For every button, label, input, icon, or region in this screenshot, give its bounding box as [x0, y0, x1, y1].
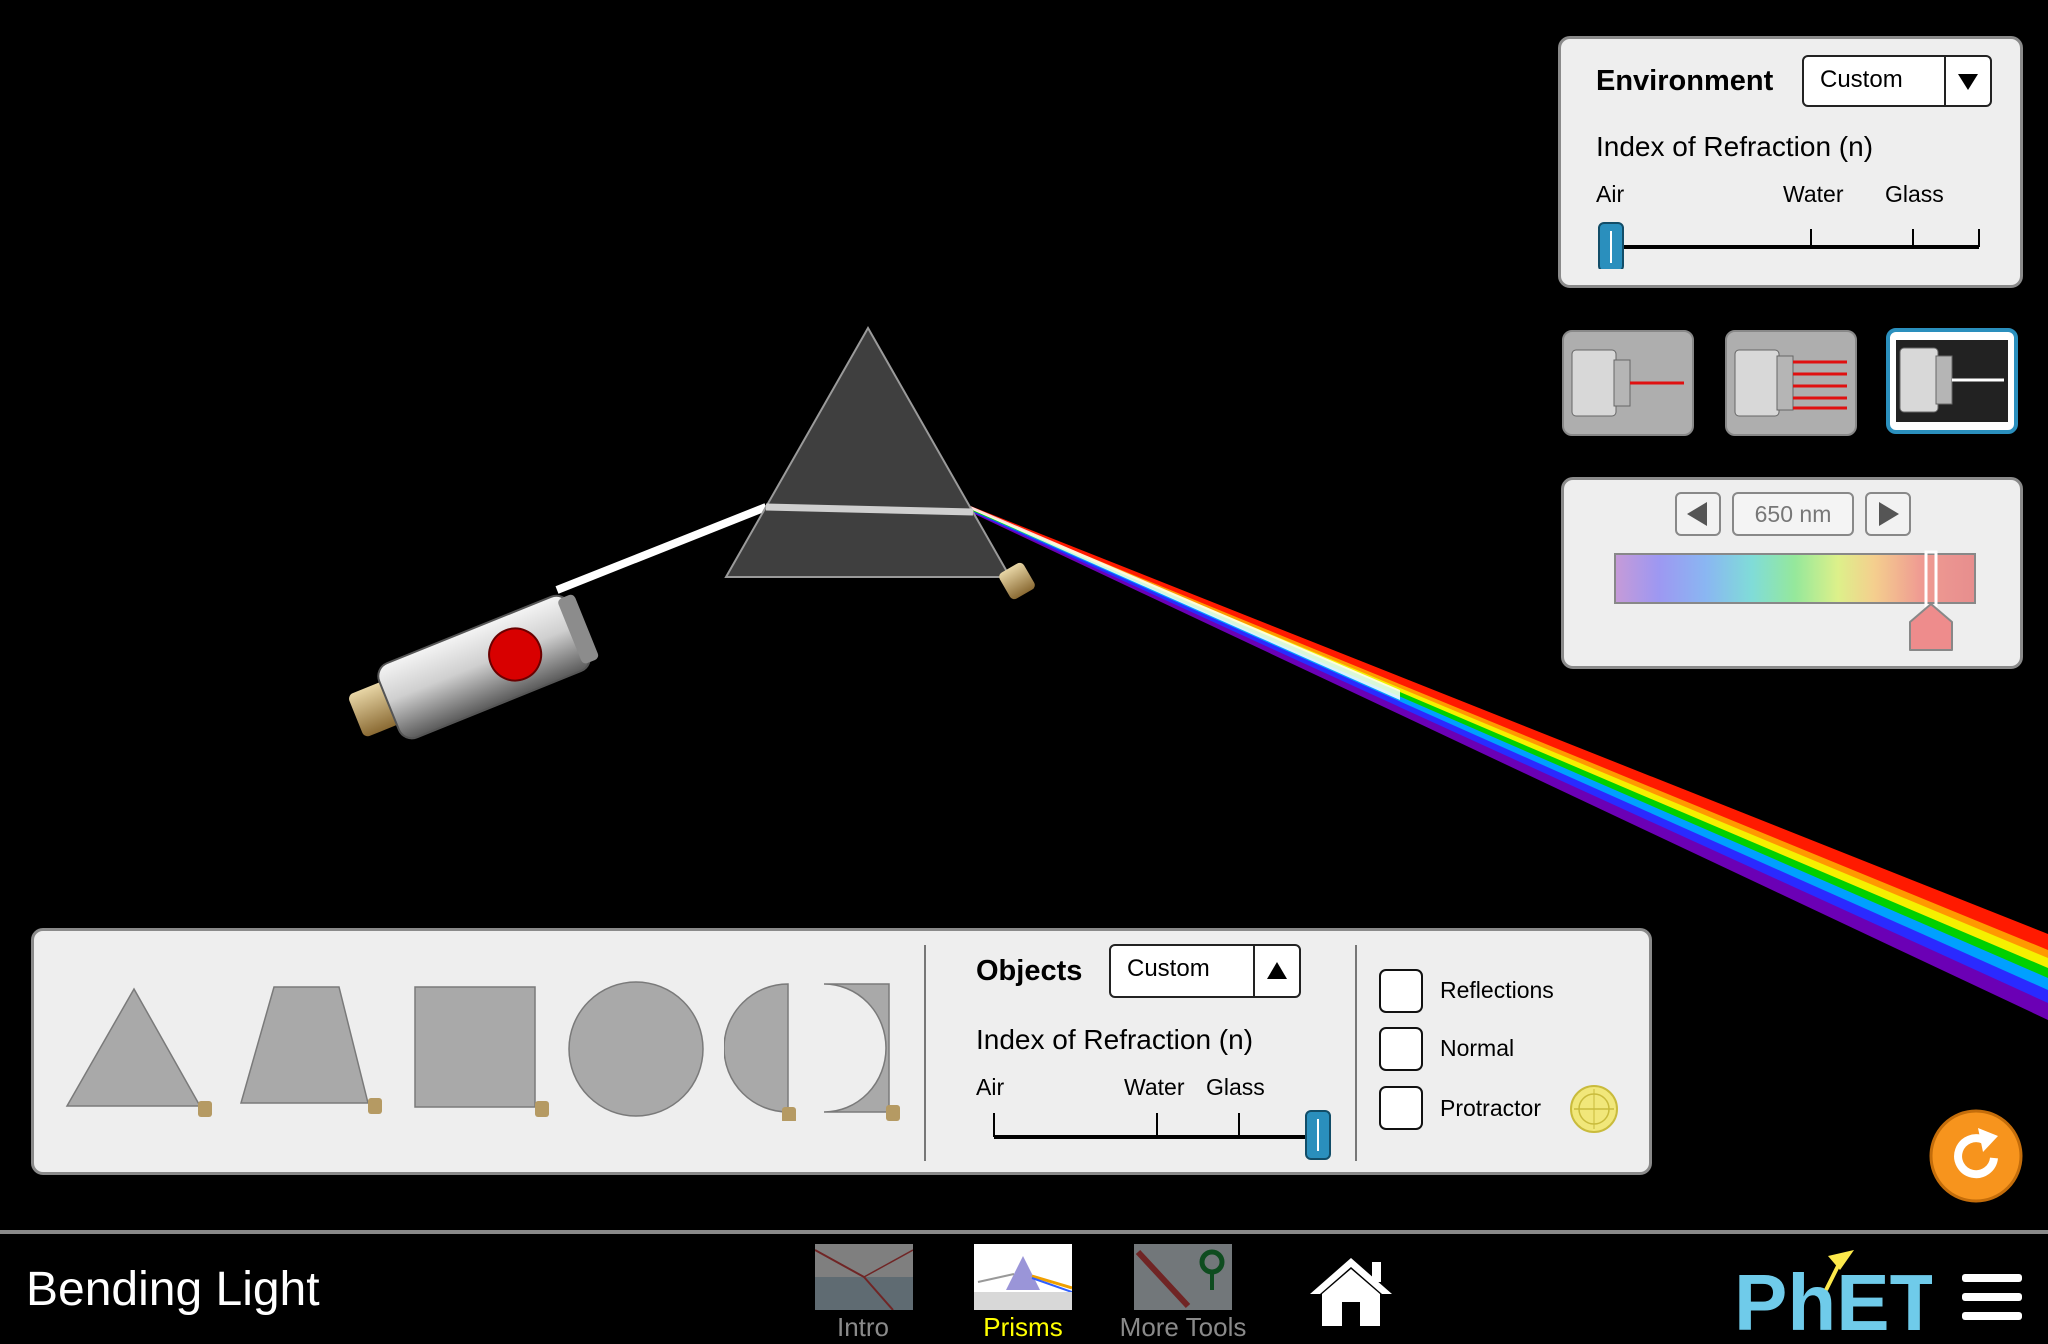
objects-medium-combo[interactable]: Custom [1109, 944, 1301, 998]
panel-divider [1355, 945, 1357, 1161]
nav-screen-more-tools[interactable]: More Tools [1093, 1239, 1273, 1344]
nav-label-more-tools: More Tools [1119, 1312, 1247, 1342]
triangle-left-icon [1687, 502, 1707, 526]
reset-all-button[interactable] [1928, 1108, 2024, 1204]
protractor-icon [1570, 1085, 1618, 1133]
diverging-lens-shape[interactable] [814, 981, 934, 1121]
semicircle-prism-shape[interactable] [724, 981, 814, 1121]
objects-index-slider[interactable] [964, 1103, 1334, 1163]
objects-tick-water: Water [1124, 1074, 1185, 1100]
chevron-down-icon[interactable] [1944, 57, 1990, 105]
environment-slider-thumb[interactable] [1598, 222, 1624, 269]
wavelength-slider-thumb[interactable] [1902, 550, 1960, 663]
wavelength-increase-button[interactable] [1865, 492, 1911, 536]
chevron-up-icon[interactable] [1253, 946, 1299, 996]
white-light-button[interactable] [1886, 328, 2018, 434]
objects-index-label: Index of Refraction (n) [976, 1024, 1254, 1055]
laser-pointer[interactable] [342, 589, 602, 756]
square-prism-shape[interactable] [407, 981, 567, 1121]
sim-title: Bending Light [26, 1263, 320, 1316]
navigation-bar: Bending Light Intro Prisms More Tools Ph… [0, 1234, 2048, 1344]
circle-prism-shape[interactable] [564, 981, 724, 1121]
trapezoid-prism-shape[interactable] [234, 981, 394, 1121]
objects-tick-glass: Glass [1206, 1074, 1265, 1100]
phet-logo[interactable]: PhET [1732, 1248, 1939, 1344]
triangle-prism-shape[interactable] [60, 981, 220, 1121]
wavelength-panel: 650 nm [1561, 477, 2023, 669]
nav-screen-intro[interactable]: Intro [773, 1239, 953, 1344]
intro-thumbnail-icon [815, 1244, 913, 1310]
environment-index-slider[interactable] [1581, 209, 2001, 269]
normal-label: Normal [1440, 1035, 1515, 1061]
protractor-label: Protractor [1440, 1095, 1541, 1121]
environment-medium-combo[interactable]: Custom [1802, 55, 1992, 107]
objects-title: Objects [976, 955, 1083, 987]
nav-label-intro: Intro [836, 1312, 890, 1342]
wavelength-value: 650 nm [1754, 501, 1832, 527]
environment-tick-water: Water [1783, 181, 1844, 207]
environment-tick-air: Air [1596, 181, 1625, 207]
prisms-thumbnail-icon [974, 1244, 1072, 1310]
environment-tick-glass: Glass [1885, 181, 1944, 207]
nav-screen-prisms[interactable]: Prisms [933, 1239, 1113, 1344]
protractor-checkbox[interactable] [1379, 1086, 1423, 1130]
nav-label-prisms: Prisms [983, 1312, 1063, 1342]
environment-index-label: Index of Refraction (n) [1596, 131, 1874, 162]
objects-medium-value: Custom [1127, 955, 1210, 982]
objects-toolbox-panel: Objects Custom Index of Refraction (n) A… [31, 928, 1652, 1175]
more-tools-thumbnail-icon [1134, 1244, 1232, 1310]
wavelength-decrease-button[interactable] [1675, 492, 1721, 536]
normal-checkbox[interactable] [1379, 1027, 1423, 1071]
objects-slider-thumb[interactable] [1305, 1110, 1331, 1160]
environment-medium-value: Custom [1820, 66, 1903, 93]
phet-logo-text: PhET [1734, 1258, 1932, 1338]
menu-hamburger-icon[interactable] [1960, 1270, 2024, 1324]
reflections-label: Reflections [1440, 977, 1554, 1003]
single-ray-button[interactable] [1562, 330, 1694, 436]
objects-tick-air: Air [976, 1074, 1005, 1100]
home-icon[interactable] [1306, 1254, 1396, 1328]
triangle-right-icon [1879, 502, 1899, 526]
panel-divider [924, 945, 926, 1161]
wavelength-readout: 650 nm [1732, 492, 1854, 536]
environment-title: Environment [1596, 65, 1774, 97]
reflections-checkbox[interactable] [1379, 969, 1423, 1013]
multiple-rays-button[interactable] [1725, 330, 1857, 436]
prism[interactable] [724, 325, 1037, 601]
environment-panel: Environment Custom Index of Refraction (… [1558, 36, 2023, 288]
